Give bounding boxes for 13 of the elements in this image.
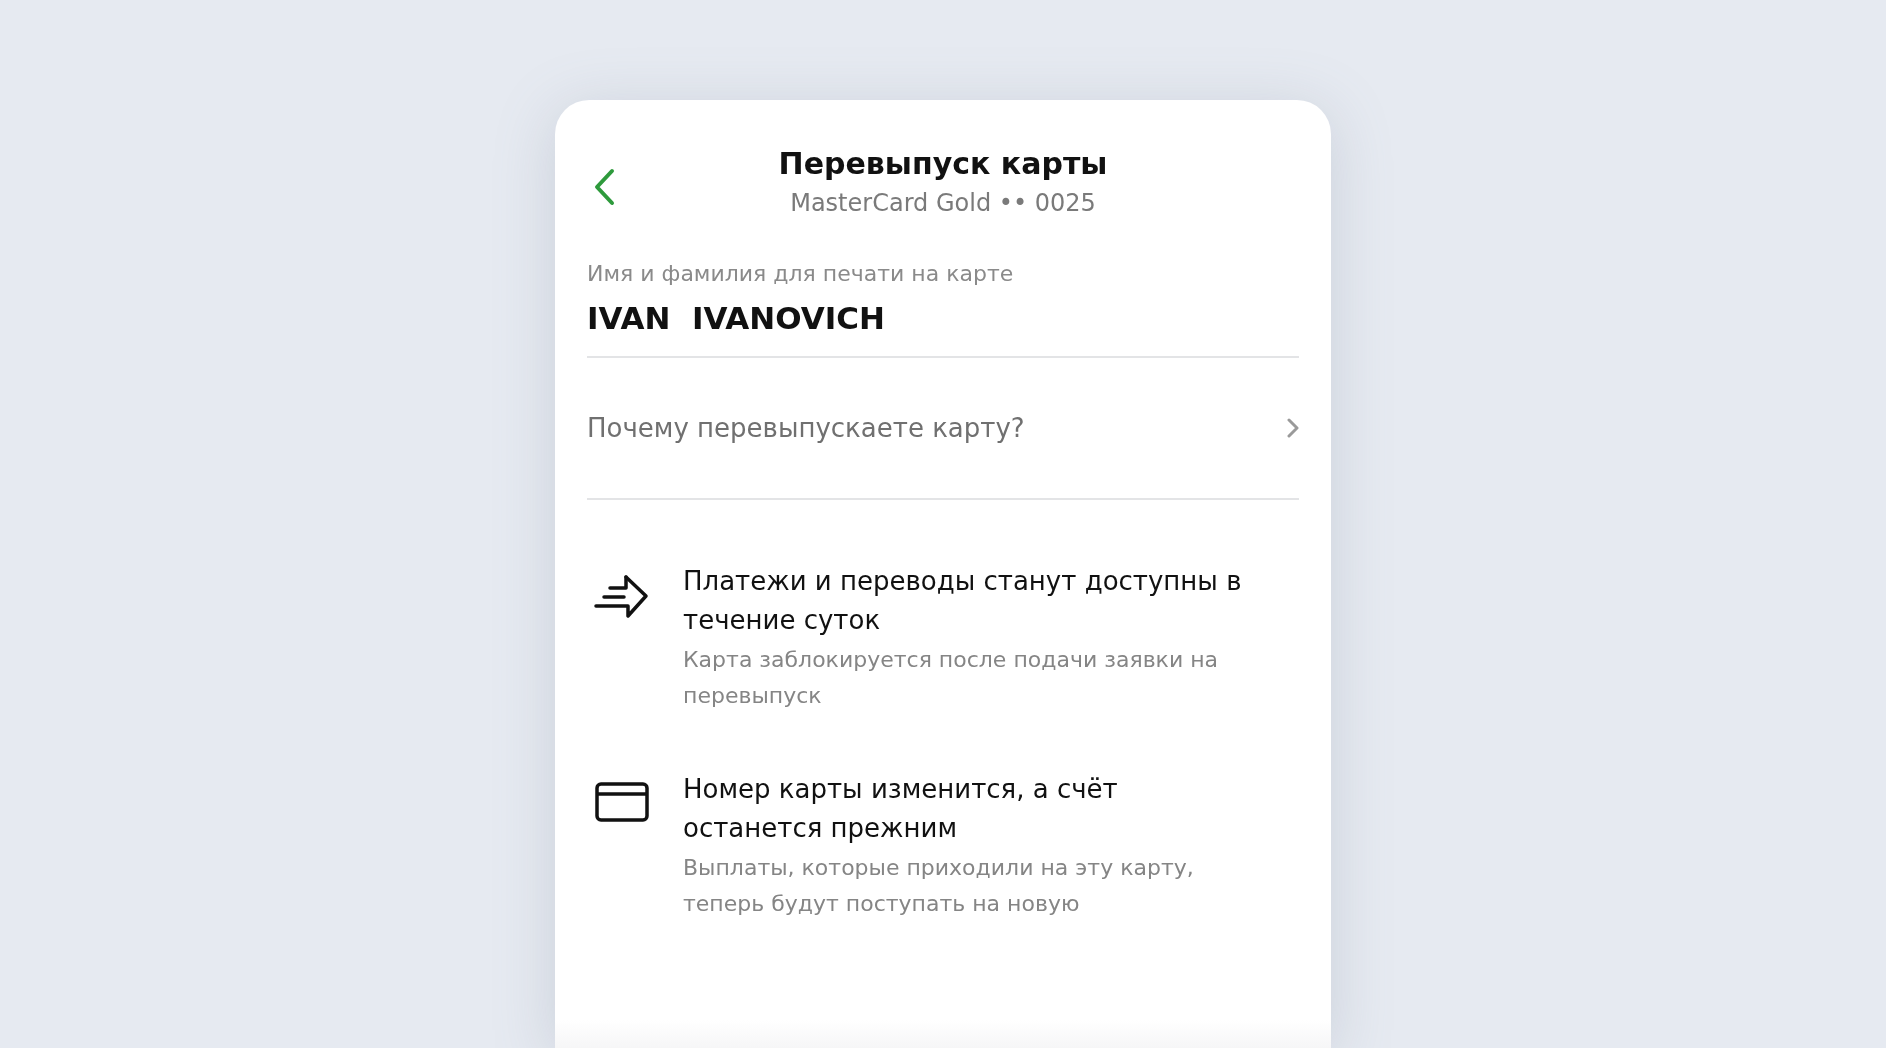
arrow-icon — [594, 574, 650, 620]
notice-title: Номер карты изменится, а счёт останется прежним — [683, 773, 1119, 845]
card-subtitle: MasterCard Gold •• 0025 — [790, 189, 1096, 217]
back-icon — [593, 168, 615, 206]
notice-text: Карта заблокируется после подачи заявки на перевыпуск — [683, 646, 1220, 710]
chevron-icon — [1287, 418, 1299, 438]
reason-select[interactable]: Почему перевыпускаете карту? — [587, 358, 1299, 500]
screen-title: Перевыпуск карты — [778, 146, 1108, 181]
notice-title: Платежи и переводы станут доступны в течение суток — [683, 565, 1243, 637]
notice-text: Выплаты, которые приходили на эту карту, теперь будут поступать на новую — [683, 854, 1195, 918]
field-label: Имя и фамилия для печати на карте — [587, 261, 1015, 286]
card-icon — [595, 782, 649, 822]
name-field[interactable]: IVAN IVANOVICH — [587, 300, 1299, 336]
